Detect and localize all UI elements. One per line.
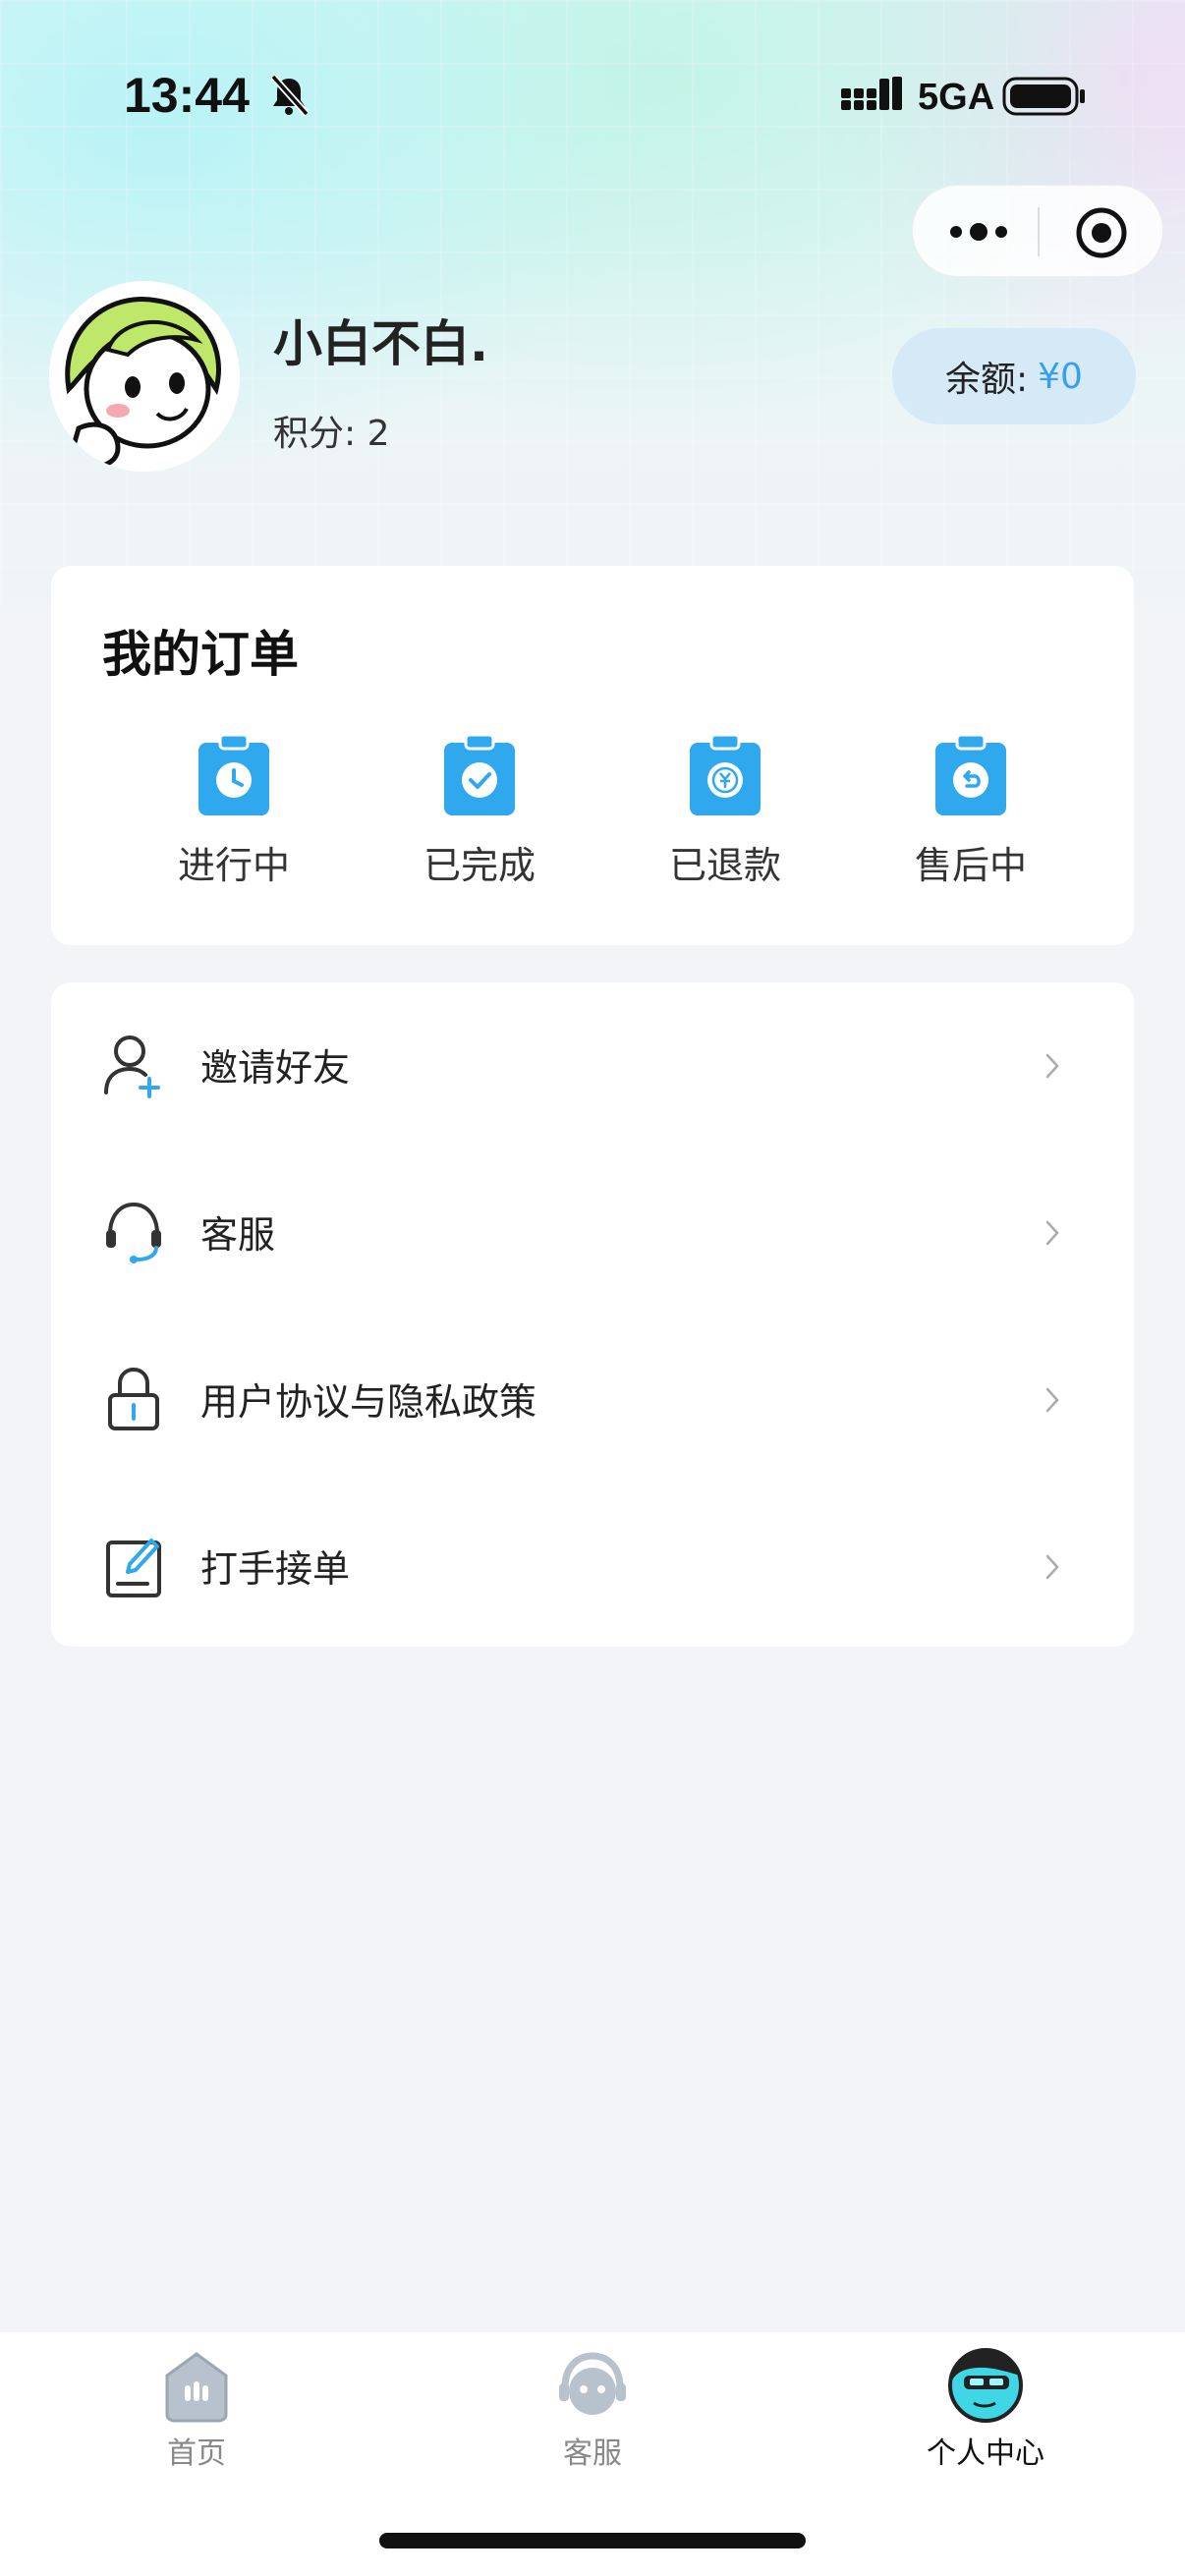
close-miniprogram-icon[interactable] bbox=[1074, 205, 1129, 260]
status-bar: 13:44 5GA bbox=[0, 0, 1185, 187]
more-options-icon[interactable] bbox=[946, 217, 1011, 247]
menu-item-label: 用户协议与隐私政策 bbox=[200, 1380, 537, 1424]
menu-card: 邀请好友 客服 用户协议与隐私政策 打手接单 bbox=[51, 982, 1134, 1647]
order-status-completed[interactable]: 已完成 bbox=[362, 733, 597, 910]
menu-item-label: 客服 bbox=[200, 1213, 276, 1257]
order-status-refunded[interactable]: 已退款 bbox=[607, 733, 843, 910]
order-status-label: 已完成 bbox=[423, 844, 536, 887]
tab-label: 客服 bbox=[563, 2436, 622, 2471]
network-type: 5GA bbox=[918, 77, 995, 118]
menu-item-label: 打手接单 bbox=[200, 1547, 351, 1591]
check-clipboard-icon bbox=[444, 733, 515, 815]
return-clipboard-icon bbox=[935, 733, 1006, 815]
lock-icon bbox=[108, 1367, 159, 1430]
chevron-right-icon bbox=[1045, 1554, 1059, 1580]
headset-icon bbox=[106, 1202, 161, 1263]
order-status-label: 售后中 bbox=[914, 844, 1027, 887]
tab-customer-service[interactable]: 客服 bbox=[465, 2346, 720, 2484]
my-orders-card: 我的订单 进行中 已完成 已退款 售后中 bbox=[51, 566, 1134, 945]
avatar-illustration bbox=[49, 281, 240, 472]
chevron-right-icon bbox=[1045, 1220, 1059, 1246]
menu-item-user-agreement-privacy[interactable]: 用户协议与隐私政策 bbox=[51, 1316, 1134, 1484]
username: 小白不白. bbox=[273, 315, 488, 372]
capsule-divider bbox=[1038, 207, 1040, 256]
order-status-after-sales[interactable]: 售后中 bbox=[853, 733, 1089, 910]
menu-item-customer-service[interactable]: 客服 bbox=[51, 1149, 1134, 1316]
bell-muted-icon bbox=[270, 74, 310, 117]
chevron-right-icon bbox=[1045, 1387, 1059, 1413]
edit-note-icon bbox=[106, 1539, 161, 1597]
order-status-in-progress[interactable]: 进行中 bbox=[116, 733, 352, 910]
home-robot-icon bbox=[165, 2352, 228, 2423]
avatar[interactable] bbox=[49, 281, 240, 472]
order-status-label: 已退款 bbox=[668, 844, 781, 887]
signal-icon bbox=[841, 77, 902, 110]
status-time: 13:44 bbox=[124, 68, 250, 123]
add-user-icon bbox=[104, 1036, 160, 1098]
refund-clipboard-icon bbox=[690, 733, 761, 815]
home-indicator bbox=[379, 2533, 806, 2548]
chevron-right-icon bbox=[1045, 1053, 1059, 1079]
order-status-label: 进行中 bbox=[177, 844, 290, 887]
tab-home[interactable]: 首页 bbox=[69, 2346, 324, 2484]
battery-icon bbox=[1002, 77, 1085, 116]
tab-profile-center[interactable]: 个人中心 bbox=[858, 2346, 1113, 2484]
points-count: 积分: 2 bbox=[273, 414, 390, 454]
tab-label: 个人中心 bbox=[927, 2436, 1044, 2471]
tab-label: 首页 bbox=[167, 2436, 226, 2471]
menu-item-invite-friends[interactable]: 邀请好友 bbox=[51, 982, 1134, 1149]
balance-button[interactable]: 余额: ¥0 bbox=[892, 328, 1136, 424]
balance-value: ¥0 bbox=[1038, 356, 1083, 397]
miniprogram-capsule bbox=[912, 185, 1163, 277]
orders-title: 我的订单 bbox=[102, 626, 299, 683]
balance-label: 余额: bbox=[945, 360, 1029, 400]
profile-character-icon bbox=[948, 2348, 1023, 2423]
service-robot-icon bbox=[559, 2352, 626, 2415]
menu-item-label: 邀请好友 bbox=[200, 1046, 351, 1090]
clock-clipboard-icon bbox=[198, 733, 269, 815]
menu-item-booster-orders[interactable]: 打手接单 bbox=[51, 1484, 1134, 1651]
